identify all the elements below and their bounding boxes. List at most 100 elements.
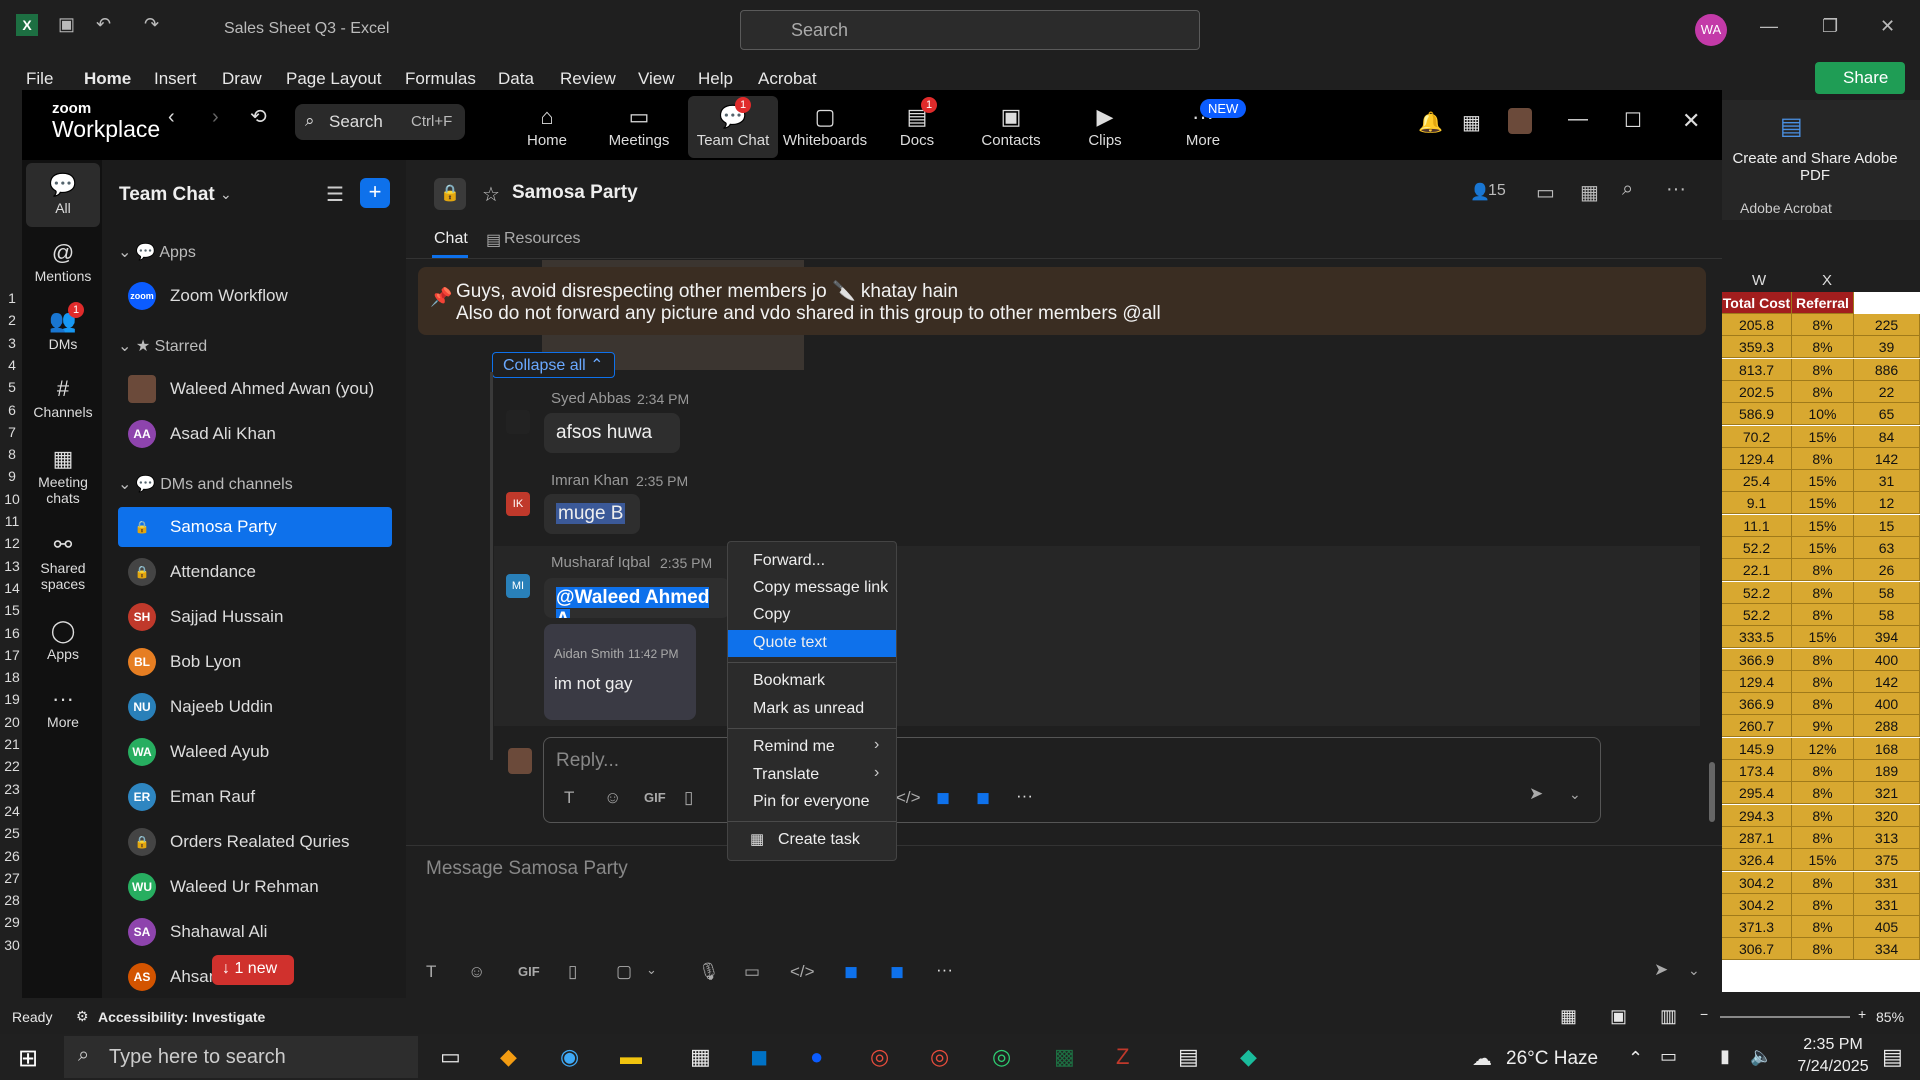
sheet-cell[interactable]: 366.9 xyxy=(1722,648,1792,671)
bell-icon[interactable]: 🔔 xyxy=(1418,110,1443,135)
row-number[interactable]: 14 xyxy=(0,580,24,596)
chevron-down-icon[interactable]: ⌄ xyxy=(1569,786,1581,803)
row-number[interactable]: 6 xyxy=(0,402,24,418)
compose-area[interactable]: Message Samosa Party T ☺ GIF ▯ ▢ ⌄ 🎙 ▭ <… xyxy=(406,845,1722,998)
rail-dms[interactable]: 👥 DMs xyxy=(22,308,104,352)
nav-whiteboards[interactable]: ▢ Whiteboards xyxy=(780,104,870,149)
redo-icon[interactable]: ↷ xyxy=(144,14,159,35)
sheet-cell[interactable]: 25.4 xyxy=(1722,470,1792,493)
sheet-cell[interactable]: 189 xyxy=(1854,760,1920,782)
share-button[interactable]: Share xyxy=(1815,62,1905,94)
sheet-cell[interactable]: 63 xyxy=(1854,537,1920,559)
scrollbar-thumb[interactable] xyxy=(1709,762,1715,822)
edge-icon[interactable]: ◉ xyxy=(560,1044,579,1070)
calendar-icon[interactable]: ▦ xyxy=(1462,110,1481,135)
row-number[interactable]: 4 xyxy=(0,357,24,373)
copilot-icon[interactable]: ◆ xyxy=(500,1044,517,1070)
sheet-cell[interactable]: 405 xyxy=(1854,916,1920,939)
taskbar-search-input[interactable]: ⌕ Type here to search xyxy=(64,1036,418,1078)
filezilla-icon[interactable]: Z xyxy=(1116,1044,1129,1070)
sheet-cell[interactable]: 8% xyxy=(1792,670,1854,693)
row-number[interactable]: 24 xyxy=(0,803,24,819)
sheet-cell[interactable]: 8% xyxy=(1792,581,1854,604)
avatar[interactable] xyxy=(1508,108,1532,134)
list-item[interactable]: ER Eman Rauf xyxy=(118,777,392,817)
new-messages-pill[interactable]: ↓ 1 new xyxy=(212,955,294,985)
chevron-down-icon[interactable]: ⌄ xyxy=(220,186,232,203)
restore-icon[interactable]: ❐ xyxy=(1822,16,1838,37)
zoom-level[interactable]: 85% xyxy=(1876,1009,1904,1025)
rail-more[interactable]: ··· More xyxy=(22,686,104,730)
nav-contacts[interactable]: ▣ Contacts xyxy=(966,104,1056,149)
sheet-cell[interactable]: 8% xyxy=(1792,648,1854,671)
row-number[interactable]: 16 xyxy=(0,625,24,641)
sheet-cell[interactable]: 8% xyxy=(1792,916,1854,939)
sheet-cell[interactable]: 84 xyxy=(1854,425,1920,448)
sheet-cell[interactable]: 39 xyxy=(1854,336,1920,359)
rail-apps[interactable]: ◯ Apps xyxy=(22,618,104,662)
sheet-cell[interactable]: 26 xyxy=(1854,559,1920,582)
sheet-cell[interactable]: 173.4 xyxy=(1722,760,1792,782)
file-icon[interactable]: ▯ xyxy=(684,788,693,808)
menu-item-quote-text[interactable]: Quote text xyxy=(728,630,896,657)
format-icon[interactable]: T xyxy=(426,962,436,982)
emoji-icon[interactable]: ☺ xyxy=(468,962,485,982)
list-item[interactable]: NU Najeeb Uddin xyxy=(118,687,392,727)
sheet-cell[interactable]: 22.1 xyxy=(1722,559,1792,582)
reply-input[interactable]: Reply... T ☺ GIF ▯ </> ◼ ◼ ··· ➤ ⌄ xyxy=(543,737,1601,823)
pinned-message-banner[interactable]: 📌 Guys, avoid disrespecting other member… xyxy=(418,267,1706,335)
header-cell[interactable]: Total Cost xyxy=(1722,292,1792,314)
sheet-cell[interactable]: 31 xyxy=(1854,470,1920,493)
sheet-cell[interactable]: 15% xyxy=(1792,537,1854,559)
close-icon[interactable]: ✕ xyxy=(1682,108,1700,134)
code-icon[interactable]: </> xyxy=(896,788,921,808)
sheet-cell[interactable]: 400 xyxy=(1854,648,1920,671)
calendar-icon[interactable]: ▦ xyxy=(1580,180,1599,205)
list-item[interactable]: 🔒 Attendance xyxy=(118,552,392,592)
message-author[interactable]: Syed Abbas xyxy=(551,390,631,407)
row-number[interactable]: 29 xyxy=(0,914,24,930)
sheet-cell[interactable]: 8% xyxy=(1792,938,1854,961)
sheet-cell[interactable]: 225 xyxy=(1854,314,1920,336)
quoted-message[interactable]: Aidan Smith 11:42 PM im not gay xyxy=(544,624,696,720)
zoom-search-input[interactable]: ⌕ Search Ctrl+F xyxy=(295,104,465,140)
sheet-cell[interactable]: 202.5 xyxy=(1722,380,1792,403)
excel-search-input[interactable]: Search xyxy=(740,10,1200,50)
app-icon[interactable]: ◆ xyxy=(1240,1044,1257,1070)
menu-item-pin[interactable]: Pin for everyone xyxy=(728,789,896,816)
gif-icon[interactable]: GIF xyxy=(644,790,666,805)
row-number[interactable]: 30 xyxy=(0,937,24,953)
video-message-icon[interactable]: ▭ xyxy=(744,962,760,982)
avatar[interactable]: WA xyxy=(1695,14,1727,46)
menu-item-forward[interactable]: Forward... xyxy=(728,548,896,575)
sheet-cell[interactable]: 371.3 xyxy=(1722,916,1792,939)
nav-meetings[interactable]: ▭ Meetings xyxy=(594,104,684,149)
chrome-icon[interactable]: ◎ xyxy=(870,1044,889,1070)
members-icon[interactable]: 👤 xyxy=(1470,182,1490,202)
sheet-cell[interactable]: 9% xyxy=(1792,715,1854,738)
list-item[interactable]: SA Shahawal Ali xyxy=(118,912,392,952)
sheet-cell[interactable]: 129.4 xyxy=(1722,447,1792,470)
sheet-cell[interactable]: 8% xyxy=(1792,603,1854,626)
accessibility-status[interactable]: Accessibility: Investigate xyxy=(98,1009,265,1025)
row-number[interactable]: 3 xyxy=(0,335,24,351)
sheet-cell[interactable]: 813.7 xyxy=(1722,358,1792,381)
sheet-cell[interactable]: 8% xyxy=(1792,893,1854,916)
forward-icon[interactable]: › xyxy=(212,106,219,129)
sheet-cell[interactable]: 15% xyxy=(1792,470,1854,493)
page-break-icon[interactable]: ▥ xyxy=(1660,1006,1677,1027)
sheet-cell[interactable]: 58 xyxy=(1854,581,1920,604)
sheet-cell[interactable]: 15% xyxy=(1792,492,1854,515)
tab-insert[interactable]: Insert xyxy=(154,69,197,89)
tab-acrobat[interactable]: Acrobat xyxy=(758,69,817,89)
tab-resources[interactable]: Resources xyxy=(504,230,580,248)
sheet-cell[interactable]: 288 xyxy=(1854,715,1920,738)
sheet-cell[interactable]: 8% xyxy=(1792,782,1854,805)
notifications-icon[interactable]: ▤ xyxy=(1882,1044,1903,1070)
row-number[interactable]: 27 xyxy=(0,870,24,886)
sheet-cell[interactable]: 8% xyxy=(1792,826,1854,849)
list-item[interactable]: BL Bob Lyon xyxy=(118,642,392,682)
row-number[interactable]: 10 xyxy=(0,491,24,507)
minimize-icon[interactable]: — xyxy=(1760,16,1778,37)
channel-title[interactable]: Samosa Party xyxy=(512,182,638,204)
